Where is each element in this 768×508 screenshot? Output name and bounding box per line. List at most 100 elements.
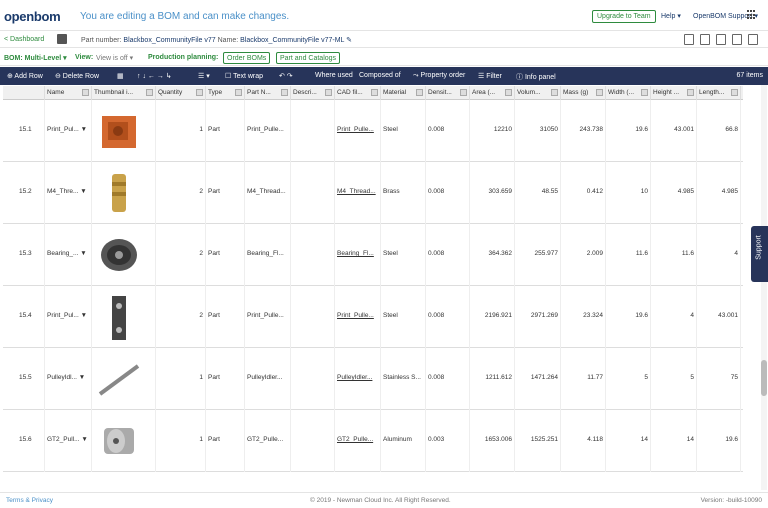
cell-pn[interactable]: GT2_Pulle... bbox=[245, 410, 291, 472]
export-icon[interactable] bbox=[700, 34, 710, 45]
cell-type[interactable]: Part bbox=[206, 348, 245, 410]
cell-area[interactable]: 1211.612 bbox=[470, 348, 515, 410]
column-header[interactable]: Name bbox=[45, 86, 92, 100]
cell-name[interactable]: Print_Pul... ▼ bbox=[45, 286, 92, 348]
cell-w[interactable]: 5 bbox=[606, 348, 651, 410]
filter-icon[interactable] bbox=[460, 89, 467, 96]
cell-vol[interactable]: 31050 bbox=[515, 100, 561, 162]
cell-cad[interactable]: PulleyIdler... bbox=[335, 348, 381, 410]
cell-pn[interactable]: Bearing_Fl... bbox=[245, 224, 291, 286]
column-header[interactable]: Descri... bbox=[291, 86, 335, 100]
cell-mat[interactable]: Aluminum bbox=[381, 410, 426, 472]
cell-area[interactable]: 364.362 bbox=[470, 224, 515, 286]
filter-icon[interactable] bbox=[146, 89, 153, 96]
column-header[interactable]: Material bbox=[381, 86, 426, 100]
info-panel-button[interactable]: ⓘ Info panel bbox=[516, 72, 556, 82]
view-select[interactable]: View is off ▾ bbox=[96, 54, 133, 62]
cell-pn[interactable]: Print_Pulle... bbox=[245, 100, 291, 162]
vertical-scrollbar[interactable] bbox=[761, 85, 767, 490]
cell-h[interactable]: 4.985 bbox=[651, 162, 697, 224]
upgrade-button[interactable]: Upgrade to Team bbox=[592, 10, 656, 23]
cell-dens[interactable]: 0.008 bbox=[426, 286, 470, 348]
cell-desc[interactable] bbox=[291, 100, 335, 162]
cell-vol[interactable]: 1471.264 bbox=[515, 348, 561, 410]
cell-vol[interactable]: 1525.251 bbox=[515, 410, 561, 472]
column-header[interactable]: Part N... bbox=[245, 86, 291, 100]
filter-icon[interactable] bbox=[235, 89, 242, 96]
name-value[interactable]: Blackbox_CommunityFile v77-ML ✎ bbox=[240, 37, 352, 44]
thumbnail[interactable] bbox=[92, 348, 156, 410]
delete-row-button[interactable]: ⊖ Delete Row bbox=[55, 72, 99, 80]
cell-id[interactable]: 15.6 bbox=[3, 410, 45, 472]
cell-w[interactable]: 19.6 bbox=[606, 286, 651, 348]
filter-icon[interactable] bbox=[505, 89, 512, 96]
cell-qty[interactable]: 1 bbox=[156, 348, 206, 410]
cell-dens[interactable]: 0.008 bbox=[426, 224, 470, 286]
column-header[interactable]: Length... bbox=[697, 86, 741, 100]
cell-vol[interactable]: 255.977 bbox=[515, 224, 561, 286]
column-header[interactable]: CAD fil... bbox=[335, 86, 381, 100]
cell-l[interactable]: 19.6 bbox=[697, 410, 741, 472]
document-icon[interactable] bbox=[684, 34, 694, 45]
cell-mass[interactable]: 11.77 bbox=[561, 348, 606, 410]
column-header[interactable]: Area (... bbox=[470, 86, 515, 100]
cell-qty[interactable]: 2 bbox=[156, 162, 206, 224]
column-header[interactable]: Type bbox=[206, 86, 245, 100]
cell-w[interactable]: 11.6 bbox=[606, 224, 651, 286]
cell-desc[interactable] bbox=[291, 410, 335, 472]
cell-l[interactable]: 75 bbox=[697, 348, 741, 410]
cell-l[interactable]: 4.985 bbox=[697, 162, 741, 224]
cell-h[interactable]: 14 bbox=[651, 410, 697, 472]
cell-type[interactable]: Part bbox=[206, 162, 245, 224]
cell-mass[interactable]: 243.738 bbox=[561, 100, 606, 162]
cell-name[interactable]: M4_Thre... ▼ bbox=[45, 162, 92, 224]
align-icon[interactable]: ☰ ▾ bbox=[198, 72, 210, 80]
cell-desc[interactable] bbox=[291, 224, 335, 286]
cell-mat[interactable]: Steel bbox=[381, 286, 426, 348]
cell-area[interactable]: 12210 bbox=[470, 100, 515, 162]
upload-icon[interactable] bbox=[716, 34, 726, 45]
filter-icon[interactable] bbox=[731, 89, 738, 96]
cell-area[interactable]: 2196.921 bbox=[470, 286, 515, 348]
cell-id[interactable]: 15.2 bbox=[3, 162, 45, 224]
table-row[interactable]: 15.5 PulleyIdl... ▼ 1 Part PulleyIdler... Pul… bbox=[3, 348, 743, 410]
cell-dens[interactable]: 0.008 bbox=[426, 100, 470, 162]
cell-mass[interactable]: 4.118 bbox=[561, 410, 606, 472]
undo-redo-icon[interactable]: ↶ ↷ bbox=[279, 72, 293, 80]
cell-dens[interactable]: 0.008 bbox=[426, 162, 470, 224]
share-icon[interactable] bbox=[732, 34, 742, 45]
cell-id[interactable]: 15.5 bbox=[3, 348, 45, 410]
apps-grid-icon[interactable] bbox=[747, 10, 757, 20]
cell-l[interactable]: 66.8 bbox=[697, 100, 741, 162]
filter-icon[interactable] bbox=[641, 89, 648, 96]
cell-w[interactable]: 14 bbox=[606, 410, 651, 472]
column-header[interactable]: Thumbnail i... bbox=[92, 86, 156, 100]
cell-type[interactable]: Part bbox=[206, 224, 245, 286]
cell-id[interactable]: 15.3 bbox=[3, 224, 45, 286]
thumbnail[interactable] bbox=[92, 410, 156, 472]
cell-mat[interactable]: Steel bbox=[381, 100, 426, 162]
more-icon[interactable] bbox=[748, 34, 758, 45]
filter-icon[interactable] bbox=[281, 89, 288, 96]
cell-type[interactable]: Part bbox=[206, 410, 245, 472]
text-wrap-toggle[interactable]: ☐ Text wrap bbox=[225, 72, 263, 80]
terms-link[interactable]: Terms & Privacy bbox=[6, 497, 53, 504]
support-tab[interactable]: Support bbox=[751, 226, 768, 282]
cell-name[interactable]: GT2_Pull... ▼ bbox=[45, 410, 92, 472]
column-header[interactable]: Mass (g) bbox=[561, 86, 606, 100]
dashboard-link[interactable]: < Dashboard bbox=[4, 36, 44, 43]
cell-cad[interactable]: Print_Pulle... bbox=[335, 286, 381, 348]
cell-cad[interactable]: Print_Pulle... bbox=[335, 100, 381, 162]
cell-area[interactable]: 1653.006 bbox=[470, 410, 515, 472]
cell-mass[interactable]: 2.009 bbox=[561, 224, 606, 286]
column-header[interactable]: Densit... bbox=[426, 86, 470, 100]
column-header[interactable]: Quantity bbox=[156, 86, 206, 100]
cell-pn[interactable]: Print_Pulle... bbox=[245, 286, 291, 348]
where-used-button[interactable]: Where used bbox=[315, 72, 353, 79]
cell-desc[interactable] bbox=[291, 162, 335, 224]
column-header[interactable]: Volum... bbox=[515, 86, 561, 100]
cell-vol[interactable]: 48.55 bbox=[515, 162, 561, 224]
cell-desc[interactable] bbox=[291, 348, 335, 410]
cell-vol[interactable]: 2971.269 bbox=[515, 286, 561, 348]
cell-w[interactable]: 19.6 bbox=[606, 100, 651, 162]
